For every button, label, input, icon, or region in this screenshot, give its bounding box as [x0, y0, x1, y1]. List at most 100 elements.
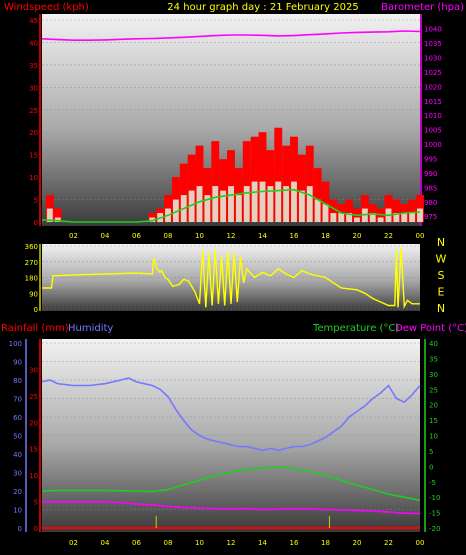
temp-tick-label: 30: [429, 371, 438, 379]
baro-tick-label: 1020: [424, 83, 442, 91]
temp-tick-label: 40: [429, 340, 438, 348]
compass-label: S: [438, 269, 445, 282]
dir-tick-label: 270: [25, 259, 38, 267]
windspeed-bar: [314, 199, 321, 222]
windspeed-bar: [212, 186, 219, 222]
windspeed-bar: [354, 217, 360, 222]
compass-label: N: [437, 302, 445, 315]
windspeed-bar: [409, 213, 416, 222]
wind-tick-label: 45: [29, 17, 38, 25]
windspeed-bar: [291, 181, 297, 222]
wind-x-tick-label: 02: [69, 232, 78, 240]
rain-tick-label: 5: [34, 499, 38, 507]
wind-x-tick-label: 10: [195, 232, 204, 240]
barometer-axis-label: Barometer (hpa): [381, 2, 464, 13]
windspeed-bar: [235, 195, 242, 222]
wind-x-tick-label: 20: [353, 232, 362, 240]
temp-tick-label: 0: [429, 463, 433, 471]
rain-tick-label: 0: [34, 525, 38, 533]
chart-title: 24 hour graph day : 21 February 2025: [167, 2, 358, 13]
baro-tick-label: 975: [424, 213, 437, 221]
temp-x-tick-label: 20: [353, 539, 362, 547]
temp-x-tick-label: 12: [227, 539, 236, 547]
baro-tick-label: 1015: [424, 98, 442, 106]
wind-x-tick-label: 12: [227, 232, 236, 240]
wind-x-tick-label: 06: [132, 232, 141, 240]
temp-tick-label: -20: [429, 525, 440, 533]
windspeed-bar: [196, 186, 203, 222]
rain-tick-label: 20: [29, 419, 38, 427]
temp-x-tick-label: 16: [290, 539, 299, 547]
dir-tick-label: 360: [25, 243, 38, 251]
temp-x-tick-label: 10: [195, 539, 204, 547]
windspeed-bar: [298, 190, 305, 222]
rainfall-axis-label: Rainfall (mm): [1, 323, 69, 334]
wind-x-tick-label: 18: [321, 232, 330, 240]
windspeed-bar: [401, 213, 408, 222]
wind-tick-label: 15: [29, 152, 38, 160]
temp-tick-label: -10: [429, 494, 440, 502]
humidity-tick-label: 90: [13, 359, 22, 367]
baro-tick-label: 1010: [424, 112, 442, 120]
temp-tick-label: 10: [429, 433, 438, 441]
humidity-tick-label: 20: [13, 488, 22, 496]
windspeed-bar: [251, 181, 258, 222]
compass-label: N: [437, 236, 445, 249]
humidity-tick-label: 30: [13, 470, 22, 478]
baro-tick-label: 990: [424, 170, 437, 178]
windspeed-bar: [243, 186, 250, 222]
windspeed-bar: [377, 217, 384, 222]
compass-label: E: [438, 286, 445, 299]
wind-x-tick-label: 16: [290, 232, 299, 240]
temp-x-tick-label: 00: [416, 539, 425, 547]
wind-tick-label: 30: [29, 84, 38, 92]
wind-x-tick-label: 08: [164, 232, 173, 240]
wind-tick-label: 20: [29, 129, 38, 137]
humidity-axis-label: Humidity: [68, 323, 113, 334]
temp-x-tick-label: 02: [69, 539, 78, 547]
wind-tick-label: 40: [29, 39, 38, 47]
windspeed-axis-label: Windspeed (kph): [4, 2, 89, 13]
humidity-tick-label: 40: [13, 451, 22, 459]
wind-tick-label: 10: [29, 174, 38, 182]
temp-x-tick-label: 18: [321, 539, 330, 547]
temp-tick-label: 5: [429, 448, 433, 456]
windspeed-bar: [322, 204, 329, 222]
baro-tick-label: 1025: [424, 69, 442, 77]
compass-label: W: [436, 253, 447, 266]
humidity-tick-label: 60: [13, 414, 22, 422]
baro-tick-label: 1040: [424, 26, 442, 34]
windspeed-bar: [417, 208, 423, 222]
temp-tick-label: -15: [429, 510, 440, 518]
wind-tick-label: 0: [34, 219, 38, 227]
windspeed-bar: [330, 213, 337, 222]
temp-tick-label: 15: [429, 417, 438, 425]
temp-tick-label: 25: [429, 386, 438, 394]
humidity-tick-label: 10: [13, 507, 22, 515]
rain-tick-label: 15: [29, 446, 38, 454]
dir-tick-label: 0: [34, 306, 38, 314]
humidity-tick-label: 70: [13, 396, 22, 404]
windspeed-bar: [259, 181, 266, 222]
windspeed-bar: [338, 213, 345, 222]
dir-tick-label: 180: [25, 275, 38, 283]
rain-tick-label: 25: [29, 393, 38, 401]
wind-x-tick-label: 22: [384, 232, 393, 240]
baro-tick-label: 1005: [424, 127, 442, 135]
temp-x-tick-label: 04: [101, 539, 110, 547]
windspeed-bar: [275, 181, 282, 222]
humidity-tick-label: 50: [13, 433, 22, 441]
temp-x-tick-label: 08: [164, 539, 173, 547]
wind-tick-label: 5: [34, 197, 38, 205]
weather-chart: Windspeed (kph) 24 hour graph day : 21 F…: [1, 2, 466, 547]
temp-tick-label: 35: [429, 355, 438, 363]
temp-x-tick-label: 06: [132, 539, 141, 547]
temp-x-tick-label: 22: [384, 539, 393, 547]
baro-tick-label: 985: [424, 184, 437, 192]
rain-tick-label: 10: [29, 472, 38, 480]
baro-tick-label: 980: [424, 199, 437, 207]
rain-tick-label: 30: [29, 366, 38, 374]
baro-tick-label: 1030: [424, 55, 442, 63]
baro-tick-label: 1035: [424, 40, 442, 48]
windspeed-bar: [283, 186, 290, 222]
